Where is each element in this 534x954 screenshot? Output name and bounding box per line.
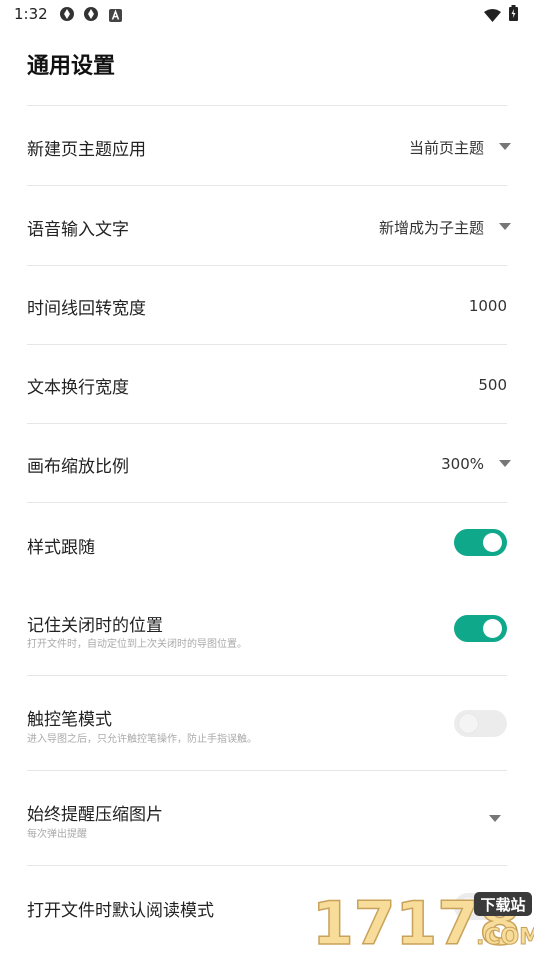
status-time: 1:32 <box>14 5 48 23</box>
dropdown-caret-icon[interactable] <box>489 815 501 822</box>
toggle-knob <box>483 619 502 638</box>
setting-new-page-theme[interactable]: 新建页主题应用 当前页主题 <box>0 106 534 185</box>
setting-canvas-zoom[interactable]: 画布缩放比例 300% <box>0 424 534 502</box>
setting-value[interactable]: 500 <box>478 376 507 394</box>
setting-label: 记住关闭时的位置 <box>27 616 163 636</box>
setting-value[interactable]: 300% <box>441 455 484 473</box>
dropdown-caret-icon[interactable] <box>499 460 511 467</box>
dropdown-caret-icon[interactable] <box>499 223 511 230</box>
setting-text-wrap-width[interactable]: 文本换行宽度 500 <box>0 345 534 423</box>
setting-description: 打开文件时，自动定位到上次关闭时的导图位置。 <box>27 639 247 650</box>
setting-label: 时间线回转宽度 <box>27 299 146 319</box>
setting-timeline-width[interactable]: 时间线回转宽度 1000 <box>0 266 534 344</box>
setting-style-follow[interactable]: 样式跟随 <box>0 503 534 583</box>
setting-voice-input[interactable]: 语音输入文字 新增成为子主题 <box>0 186 534 265</box>
setting-label: 新建页主题应用 <box>27 140 146 160</box>
setting-label: 打开文件时默认阅读模式 <box>27 901 214 921</box>
remember-position-toggle[interactable] <box>454 615 507 642</box>
setting-value[interactable]: 当前页主题 <box>409 137 484 158</box>
dropdown-caret-icon[interactable] <box>499 143 511 150</box>
site-watermark: 17178 下载站 .COM <box>310 888 534 954</box>
setting-label: 样式跟随 <box>27 538 95 558</box>
setting-label: 画布缩放比例 <box>27 457 129 477</box>
setting-stylus-mode[interactable]: 触控笔模式 进入导图之后，只允许触控笔操作，防止手指误触。 <box>0 676 534 770</box>
watermark-badge: 下载站 <box>480 896 525 914</box>
setting-description: 每次弹出提醒 <box>27 829 87 840</box>
setting-label: 始终提醒压缩图片 <box>27 805 163 825</box>
setting-value[interactable]: 1000 <box>469 297 507 315</box>
setting-compress-images[interactable]: 始终提醒压缩图片 每次弹出提醒 <box>0 771 534 865</box>
setting-value[interactable]: 新增成为子主题 <box>379 217 484 238</box>
style-follow-toggle[interactable] <box>454 529 507 556</box>
toggle-knob <box>483 533 502 552</box>
notification-a-icon <box>109 7 122 26</box>
page-title: 通用设置 <box>27 54 116 79</box>
setting-remember-position[interactable]: 记住关闭时的位置 打开文件时，自动定位到上次关闭时的导图位置。 <box>0 583 534 675</box>
setting-label: 文本换行宽度 <box>27 378 129 398</box>
setting-label: 触控笔模式 <box>27 710 112 730</box>
notification-app-icon <box>83 6 99 26</box>
watermark-domain: .COM <box>476 925 534 950</box>
wifi-icon <box>484 7 501 26</box>
notification-app-icon <box>59 6 75 26</box>
status-bar: 1:32 <box>0 0 534 28</box>
setting-label: 语音输入文字 <box>27 220 129 240</box>
toggle-knob <box>459 714 478 733</box>
battery-icon <box>509 5 518 25</box>
stylus-mode-toggle[interactable] <box>454 710 507 737</box>
setting-description: 进入导图之后，只允许触控笔操作，防止手指误触。 <box>27 734 257 745</box>
